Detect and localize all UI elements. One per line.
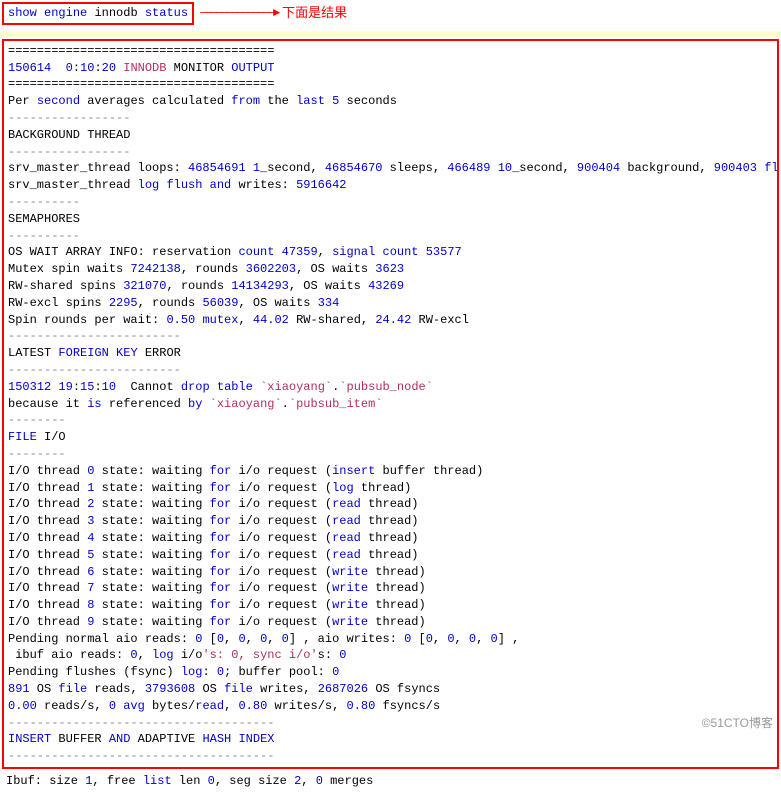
output-line: srv_master_thread log flush and writes: …	[8, 177, 773, 194]
output-line: -----------------	[8, 144, 773, 161]
output-line: Ibuf: size 1, free list len 0, seg size …	[6, 773, 775, 790]
output-line: ----------	[8, 228, 773, 245]
output-line: 150312 19:15:10 Cannot drop table `xiaoy…	[8, 379, 773, 396]
output-line: FILE I/O	[8, 429, 773, 446]
highlight-strip	[0, 31, 781, 37]
output-line: Per second averages calculated from the …	[8, 93, 773, 110]
output-line: LATEST FOREIGN KEY ERROR	[8, 345, 773, 362]
output-line: --------	[8, 446, 773, 463]
arrow-label: 下面是结果	[282, 4, 347, 22]
output-line: ibuf aio reads: 0, log i/o's: 0, sync i/…	[8, 647, 773, 664]
output-line: 0.00 reads/s, 0 avg bytes/read, 0.80 wri…	[8, 698, 773, 715]
output-line: 150614 0:10:20 INNODB MONITOR OUTPUT	[8, 60, 773, 77]
output-line: BACKGROUND THREAD	[8, 127, 773, 144]
output-line: --------	[8, 412, 773, 429]
output-line: I/O thread 2 state: waiting for i/o requ…	[8, 496, 773, 513]
output-line: =====================================	[8, 76, 773, 93]
output-line: -------------------------------------	[8, 748, 773, 765]
output-line: ------------------------	[8, 362, 773, 379]
output-line: SEMAPHORES	[8, 211, 773, 228]
output-line: =====================================	[8, 43, 773, 60]
output-line: I/O thread 4 state: waiting for i/o requ…	[8, 530, 773, 547]
trailing-output: Ibuf: size 1, free list len 0, seg size …	[0, 771, 781, 792]
output-line: I/O thread 0 state: waiting for i/o requ…	[8, 463, 773, 480]
watermark-text: ©51CTO博客	[702, 715, 773, 732]
output-line: Pending flushes (fsync) log: 0; buffer p…	[8, 664, 773, 681]
output-line: 891 OS file reads, 3793608 OS file write…	[8, 681, 773, 698]
output-line: srv_master_thread loops: 46854691 1_seco…	[8, 160, 773, 177]
arrow-icon: ──────────────►	[200, 5, 278, 22]
innodb-status-output: =====================================150…	[2, 39, 779, 769]
output-line: -----------------	[8, 110, 773, 127]
output-line: I/O thread 8 state: waiting for i/o requ…	[8, 597, 773, 614]
output-line: ----------	[8, 194, 773, 211]
output-line: RW-shared spins 321070, rounds 14134293,…	[8, 278, 773, 295]
output-line: I/O thread 5 state: waiting for i/o requ…	[8, 547, 773, 564]
output-line: INSERT BUFFER AND ADAPTIVE HASH INDEX	[8, 731, 773, 748]
output-line: I/O thread 1 state: waiting for i/o requ…	[8, 480, 773, 497]
output-line: OS WAIT ARRAY INFO: reservation count 47…	[8, 244, 773, 261]
output-line: Spin rounds per wait: 0.50 mutex, 44.02 …	[8, 312, 773, 329]
output-line: RW-excl spins 2295, rounds 56039, OS wai…	[8, 295, 773, 312]
sql-command-box: show engine innodb status	[2, 2, 194, 25]
output-line: because it is referenced by `xiaoyang`.`…	[8, 396, 773, 413]
output-line: -------------------------------------	[8, 715, 773, 732]
output-line: Mutex spin waits 7242138, rounds 3602203…	[8, 261, 773, 278]
output-line: ------------------------	[8, 328, 773, 345]
output-line: I/O thread 6 state: waiting for i/o requ…	[8, 564, 773, 581]
output-line: I/O thread 3 state: waiting for i/o requ…	[8, 513, 773, 530]
output-line: Pending normal aio reads: 0 [0, 0, 0, 0]…	[8, 631, 773, 648]
output-line: I/O thread 7 state: waiting for i/o requ…	[8, 580, 773, 597]
output-line: I/O thread 9 state: waiting for i/o requ…	[8, 614, 773, 631]
